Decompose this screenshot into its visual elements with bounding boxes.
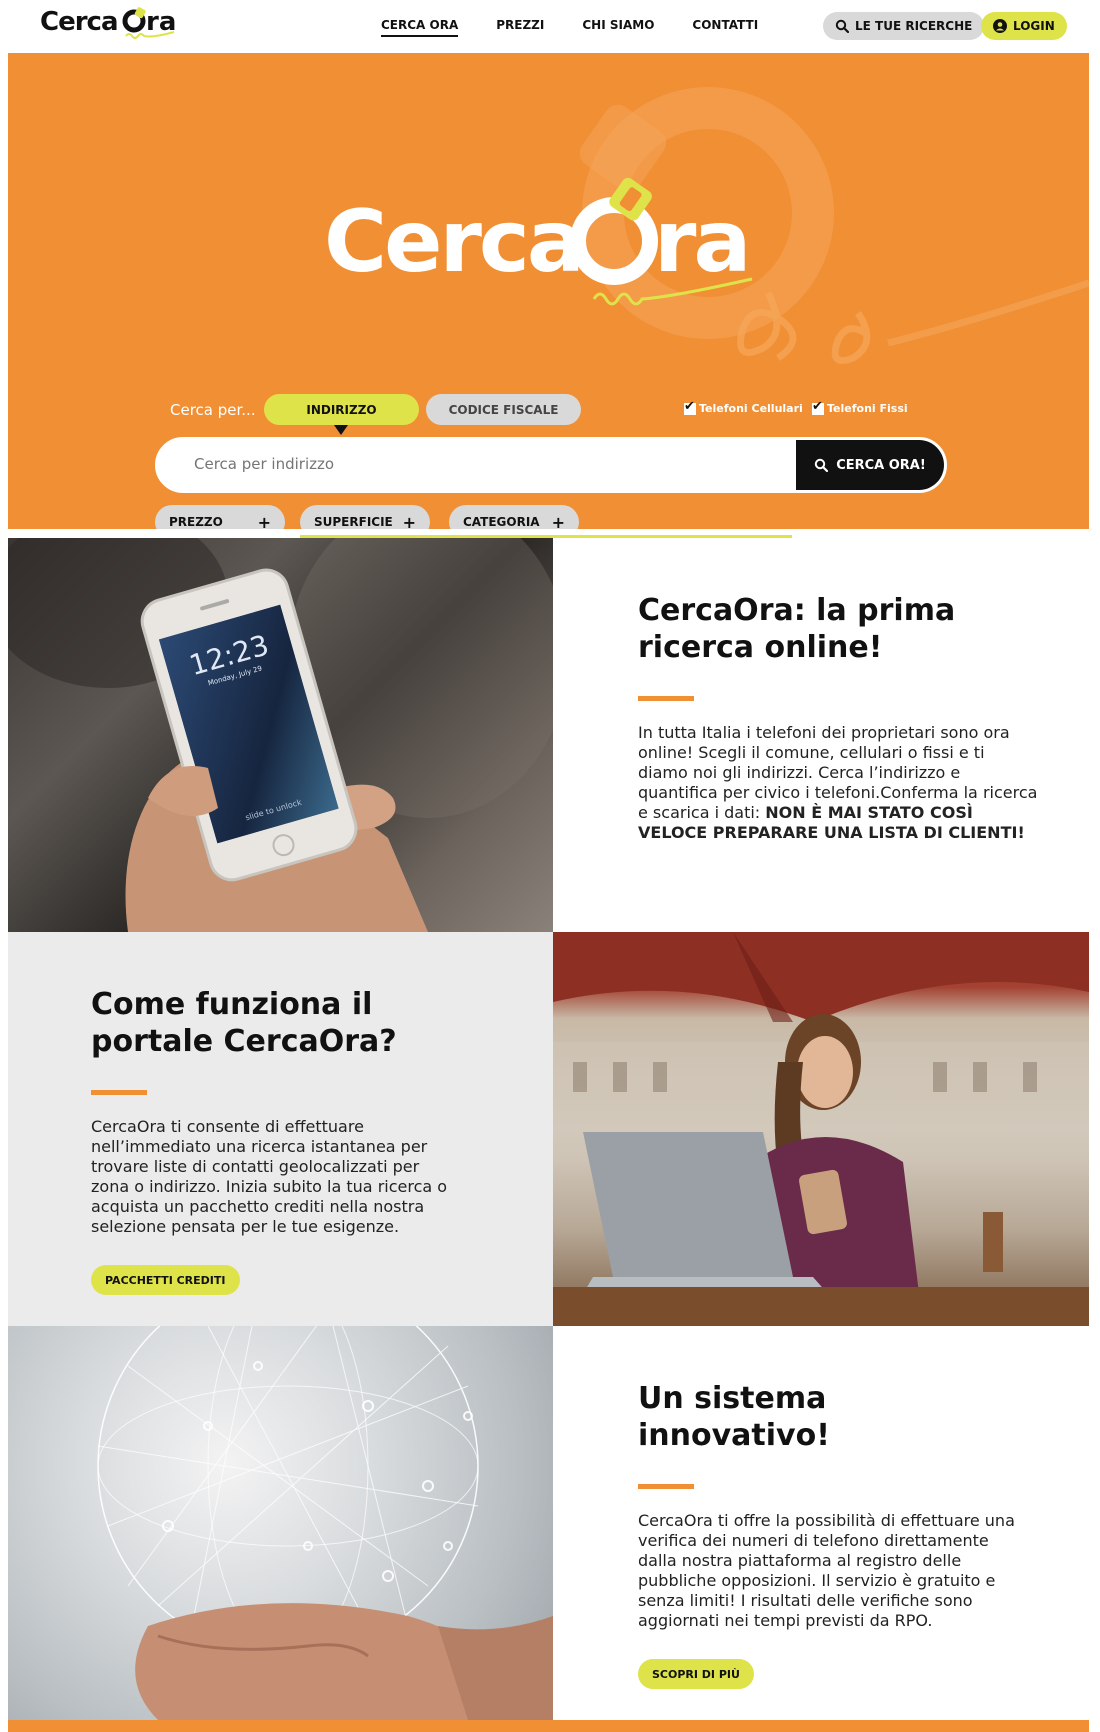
- tab-codice-fiscale[interactable]: CODICE FISCALE: [426, 394, 581, 425]
- plus-icon: +: [257, 512, 271, 530]
- section-body: CercaOra ti offre la possibilità di effe…: [638, 1511, 1015, 1630]
- hero-logo: Cerca ra: [324, 177, 753, 306]
- search-bar: CERCA ORA!: [155, 437, 947, 493]
- nav-chi-siamo[interactable]: CHI SIAMO: [563, 17, 673, 37]
- search-icon: [835, 19, 849, 33]
- filter-superficie-label: SUPERFICIE: [314, 515, 393, 529]
- filter-categoria[interactable]: CATEGORIA +: [449, 505, 579, 529]
- checkbox-mobile-label: Telefoni Cellulari: [699, 402, 803, 415]
- section-body: CercaOra ti consente di effettuare nell’…: [91, 1117, 448, 1236]
- main-nav: CERCA ORA PREZZI CHI SIAMO CONTATTI: [362, 17, 777, 37]
- smartphone-illustration: 12:23 Monday, July 29 slide to unlock: [8, 538, 553, 932]
- network-globe-illustration: [97, 1326, 553, 1720]
- filter-categoria-label: CATEGORIA: [463, 515, 540, 529]
- search-submit-label: CERCA ORA!: [836, 457, 926, 473]
- footer-accent-strip: [8, 1720, 1089, 1732]
- section-innovative-system: Un sistema innovativo! CercaOra ti offre…: [8, 1326, 1089, 1720]
- section-first-online-search: 12:23 Monday, July 29 slide to unlock Ce…: [8, 538, 1089, 932]
- search-icon: [814, 458, 829, 472]
- plus-icon: +: [551, 512, 565, 530]
- svg-text:Cerca: Cerca: [324, 192, 582, 292]
- nav-cerca-ora[interactable]: CERCA ORA: [381, 17, 459, 37]
- address-search-input[interactable]: [194, 455, 754, 473]
- section-body: In tutta Italia i telefoni dei proprieta…: [638, 723, 1038, 843]
- my-searches-label: LE TUE RICERCHE: [855, 19, 973, 33]
- first-online-search-text-panel: CercaOra: la prima ricerca online! In tu…: [553, 538, 1089, 932]
- orange-divider: [91, 1090, 147, 1095]
- search-submit-button[interactable]: CERCA ORA!: [796, 440, 944, 490]
- nav-prezzi[interactable]: PREZZI: [477, 17, 563, 37]
- logo-mark: Cerca ra: [40, 7, 176, 39]
- tab-indirizzo[interactable]: INDIRIZZO: [264, 394, 419, 435]
- section-how-it-works: Come funziona il portale CercaOra? Cerca…: [8, 932, 1089, 1326]
- plus-icon: +: [402, 512, 416, 530]
- checkbox-landline-label: Telefoni Fissi: [827, 402, 908, 415]
- orange-divider: [638, 1484, 694, 1489]
- section-title: Un sistema innovativo!: [638, 1381, 830, 1453]
- filter-prezzo-label: PREZZO: [169, 515, 223, 529]
- nav-contatti[interactable]: CONTATTI: [673, 17, 777, 37]
- woman-with-laptop-image: [553, 932, 1089, 1326]
- hand-with-network-globe-image: [8, 1326, 553, 1720]
- page: Cerca ra CERCA ORA PREZZI CHI SIAMO CONT…: [8, 0, 1089, 1732]
- site-logo[interactable]: Cerca ra: [40, 4, 200, 44]
- checkbox-checked-icon: [812, 399, 824, 415]
- search-by-label: Cerca per...: [170, 401, 256, 419]
- section-title: Come funziona il portale CercaOra?: [91, 987, 397, 1059]
- login-button[interactable]: LOGIN: [981, 12, 1067, 40]
- checkbox-mobile-phones[interactable]: Telefoni Cellulari: [684, 399, 803, 415]
- hero-search-section: Cerca ra Cerca per... INDIRIZZO CODICE F…: [8, 53, 1089, 529]
- section-title: CercaOra: la prima ricerca online!: [638, 593, 956, 665]
- cafe-illustration: [553, 932, 1089, 1326]
- hand-holding-smartphone-image: 12:23 Monday, July 29 slide to unlock: [8, 538, 553, 932]
- first-online-search-content: CercaOra: la prima ricerca online! In tu…: [638, 592, 1038, 843]
- svg-text:Cerca: Cerca: [40, 7, 118, 37]
- discover-more-button[interactable]: SCOPRI DI PIÙ: [638, 1659, 754, 1689]
- my-searches-button[interactable]: LE TUE RICERCHE: [823, 12, 985, 40]
- innovative-system-content: Un sistema innovativo! CercaOra ti offre…: [638, 1380, 1028, 1689]
- checkbox-checked-icon: [684, 399, 696, 415]
- how-it-works-content: Come funziona il portale CercaOra? Cerca…: [91, 986, 461, 1295]
- login-label: LOGIN: [1013, 19, 1055, 33]
- user-circle-icon: [993, 19, 1007, 33]
- filter-superficie[interactable]: SUPERFICIE +: [300, 505, 430, 529]
- checkbox-landline-phones[interactable]: Telefoni Fissi: [812, 399, 908, 415]
- svg-text:ra: ra: [654, 192, 748, 292]
- site-header: Cerca ra CERCA ORA PREZZI CHI SIAMO CONT…: [8, 0, 1089, 53]
- innovative-system-text-panel: Un sistema innovativo! CercaOra ti offre…: [553, 1326, 1089, 1720]
- credit-packages-button[interactable]: PACCHETTI CREDITI: [91, 1265, 240, 1295]
- filter-prezzo[interactable]: PREZZO +: [155, 505, 285, 529]
- how-it-works-text-panel: Come funziona il portale CercaOra? Cerca…: [8, 932, 553, 1326]
- orange-divider: [638, 696, 694, 701]
